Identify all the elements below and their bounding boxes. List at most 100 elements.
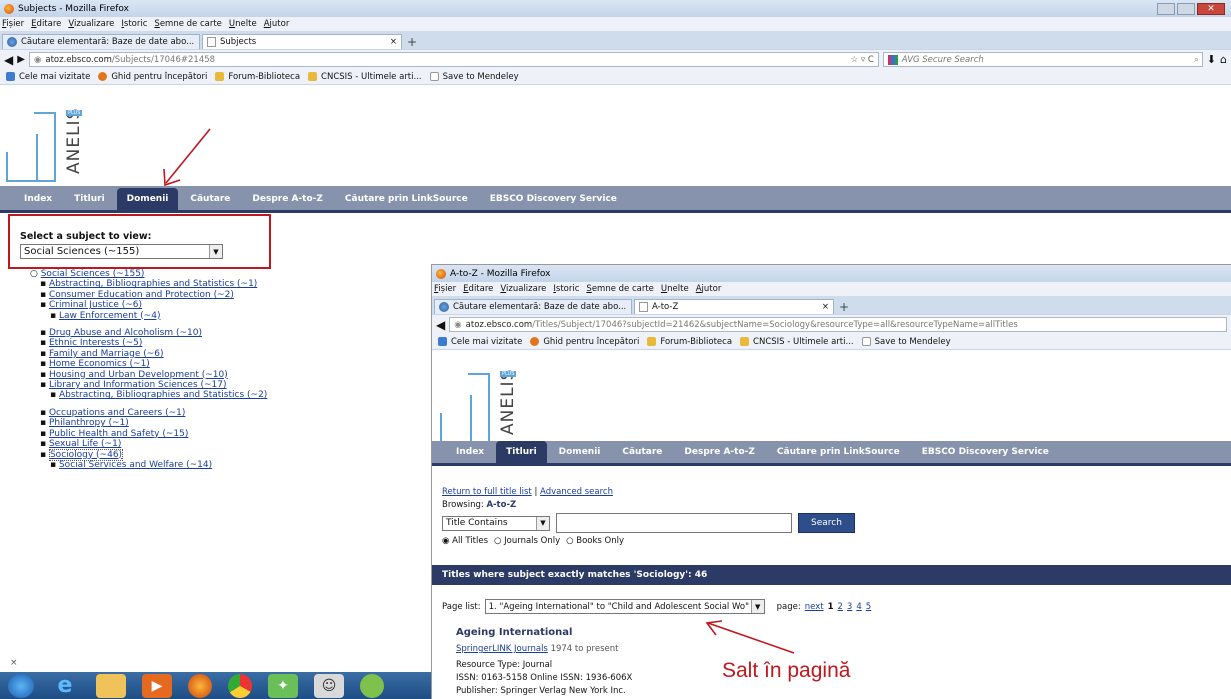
- title-search-input[interactable]: [556, 513, 792, 533]
- home-icon[interactable]: ⌂: [1220, 53, 1227, 66]
- tree-item-link[interactable]: Family and Marriage (~6): [49, 349, 164, 359]
- bookmark-forum[interactable]: Forum-Biblioteca: [228, 72, 300, 82]
- bookmark-cncsis[interactable]: CNCSIS - Ultimele arti...: [753, 337, 854, 347]
- bookmark-most-visited[interactable]: Cele mai vizitate: [19, 72, 90, 82]
- menu-edit[interactable]: Editare: [463, 284, 493, 294]
- tree-item-link[interactable]: Criminal Justice (~6): [49, 300, 142, 310]
- back-icon[interactable]: ◀: [4, 53, 13, 67]
- menu-history[interactable]: Istoric: [553, 284, 579, 294]
- address-bar[interactable]: ◉ atoz.ebsco.com/Subjects/17046#21458 ☆ ▿ …: [28, 52, 879, 67]
- search-input[interactable]: AVG Secure Search ⌕: [882, 52, 1203, 67]
- new-tab-button[interactable]: +: [836, 299, 852, 314]
- back-icon[interactable]: ◀: [436, 318, 445, 332]
- page-list-select[interactable]: 1. "Ageing International" to "Child and …: [484, 599, 765, 614]
- explorer-icon[interactable]: [96, 673, 126, 698]
- start-icon[interactable]: [8, 673, 34, 698]
- nav-despre[interactable]: Despre A-to-Z: [242, 188, 333, 210]
- search-button[interactable]: Search: [798, 513, 855, 533]
- firefox-taskbar-icon[interactable]: [188, 673, 212, 698]
- nav-linksource[interactable]: Căutare prin LinkSource: [335, 188, 478, 210]
- tree-subitem-link[interactable]: Law Enforcement (~4): [59, 311, 161, 321]
- menu-file[interactable]: Fișier: [434, 284, 456, 294]
- bookmark-mendeley[interactable]: Save to Mendeley: [443, 72, 519, 82]
- minimize-button[interactable]: [1157, 2, 1175, 15]
- nav-despre[interactable]: Despre A-to-Z: [674, 441, 765, 463]
- menu-view[interactable]: Vizualizare: [500, 284, 546, 294]
- nav-index[interactable]: Index: [446, 441, 494, 463]
- menu-view[interactable]: Vizualizare: [68, 19, 114, 29]
- tab-search[interactable]: Căutare elementară: Baze de date abo...: [434, 299, 632, 314]
- result-title[interactable]: Ageing International: [456, 626, 632, 639]
- page-next-link[interactable]: next: [805, 602, 824, 612]
- tab-close-icon[interactable]: ×: [822, 302, 829, 312]
- nav-index[interactable]: Index: [14, 188, 62, 210]
- tree-item-link[interactable]: Public Health and Safety (~15): [49, 429, 188, 439]
- nav-titluri[interactable]: Titluri: [496, 441, 547, 463]
- nav-linksource[interactable]: Căutare prin LinkSource: [767, 441, 910, 463]
- nav-domenii[interactable]: Domenii: [549, 441, 611, 463]
- tab-close-icon[interactable]: ×: [390, 37, 397, 47]
- app-icon[interactable]: ✦: [268, 673, 298, 698]
- player-icon[interactable]: ▶: [142, 673, 172, 698]
- page-link-4[interactable]: 4: [856, 602, 861, 612]
- page-link-5[interactable]: 5: [866, 602, 871, 612]
- radio-all-titles[interactable]: ◉ All Titles: [442, 536, 488, 546]
- tree-item-link[interactable]: Housing and Urban Development (~10): [49, 370, 228, 380]
- tree-item-link[interactable]: Home Economics (~1): [49, 359, 150, 369]
- search-type-select[interactable]: Title Contains ▼: [442, 515, 550, 531]
- nav-eds[interactable]: EBSCO Discovery Service: [912, 441, 1059, 463]
- chrome-icon[interactable]: [228, 673, 252, 698]
- bookmark-cncsis[interactable]: CNCSIS - Ultimele arti...: [321, 72, 422, 82]
- maximize-button[interactable]: [1177, 2, 1195, 15]
- tree-item-link[interactable]: Sexual Life (~1): [49, 439, 121, 449]
- tree-subitem-link[interactable]: Social Services and Welfare (~14): [59, 460, 212, 470]
- bookmark-getting-started[interactable]: Ghid pentru începători: [543, 337, 639, 347]
- menu-help[interactable]: Ajutor: [696, 284, 722, 294]
- tree-item-link[interactable]: Philanthropy (~1): [49, 418, 129, 428]
- radio-books[interactable]: ○ Books Only: [566, 536, 624, 546]
- nav-eds[interactable]: EBSCO Discovery Service: [480, 188, 627, 210]
- tree-root-link[interactable]: Social Sciences (~155): [41, 269, 145, 279]
- tree-item-link[interactable]: Sociology (~46): [48, 448, 124, 461]
- close-button[interactable]: ✕: [1197, 2, 1225, 15]
- app-icon[interactable]: [360, 673, 384, 698]
- tab-atoz[interactable]: A-to-Z ×: [634, 299, 834, 314]
- bookmark-getting-started[interactable]: Ghid pentru începători: [111, 72, 207, 82]
- new-tab-button[interactable]: +: [404, 34, 420, 49]
- tree-item-link[interactable]: Abstracting, Bibliographies and Statisti…: [49, 279, 257, 289]
- forward-icon[interactable]: ▶: [17, 54, 25, 65]
- search-icon[interactable]: ⌕: [1194, 55, 1199, 65]
- download-icon[interactable]: ⬇: [1207, 53, 1216, 66]
- menu-file[interactable]: Fișier: [2, 19, 24, 29]
- nav-titluri[interactable]: Titluri: [64, 188, 115, 210]
- tree-item-link[interactable]: Ethnic Interests (~5): [49, 338, 142, 348]
- result-source-link[interactable]: SpringerLINK Journals: [456, 644, 548, 654]
- menu-tools[interactable]: Unelte: [661, 284, 689, 294]
- page-link-2[interactable]: 2: [838, 602, 843, 612]
- menu-history[interactable]: Istoric: [121, 19, 147, 29]
- page-link-3[interactable]: 3: [847, 602, 852, 612]
- tab-search[interactable]: Căutare elementară: Baze de date abo...: [2, 34, 200, 49]
- address-bar[interactable]: ◉ atoz.ebsco.com/Titles/Subject/17046?sub…: [449, 317, 1227, 332]
- reload-icon[interactable]: ☆ ▿ C: [851, 55, 874, 65]
- menu-edit[interactable]: Editare: [31, 19, 61, 29]
- ie-icon[interactable]: e: [50, 673, 80, 698]
- menu-bookmarks[interactable]: Semne de carte: [154, 19, 222, 29]
- bookmark-mendeley[interactable]: Save to Mendeley: [875, 337, 951, 347]
- nav-cautare[interactable]: Căutare: [612, 441, 672, 463]
- bookmark-forum[interactable]: Forum-Biblioteca: [660, 337, 732, 347]
- tree-item-link[interactable]: Drug Abuse and Alcoholism (~10): [49, 328, 202, 338]
- menu-help[interactable]: Ajutor: [264, 19, 290, 29]
- tree-subitem-link[interactable]: Abstracting, Bibliographies and Statisti…: [59, 390, 267, 400]
- app-icon[interactable]: ☺: [314, 673, 344, 698]
- tab-subjects[interactable]: Subjects ×: [202, 34, 402, 49]
- tree-item-link[interactable]: Occupations and Careers (~1): [49, 408, 185, 418]
- tree-item-link[interactable]: Consumer Education and Protection (~2): [49, 290, 234, 300]
- menu-bookmarks[interactable]: Semne de carte: [586, 284, 654, 294]
- tree-item-link[interactable]: Library and Information Sciences (~17): [49, 380, 227, 390]
- advanced-search-link[interactable]: Advanced search: [540, 487, 613, 497]
- radio-journals[interactable]: ○ Journals Only: [494, 536, 560, 546]
- return-link[interactable]: Return to full title list: [442, 487, 532, 497]
- bookmark-most-visited[interactable]: Cele mai vizitate: [451, 337, 522, 347]
- menu-tools[interactable]: Unelte: [229, 19, 257, 29]
